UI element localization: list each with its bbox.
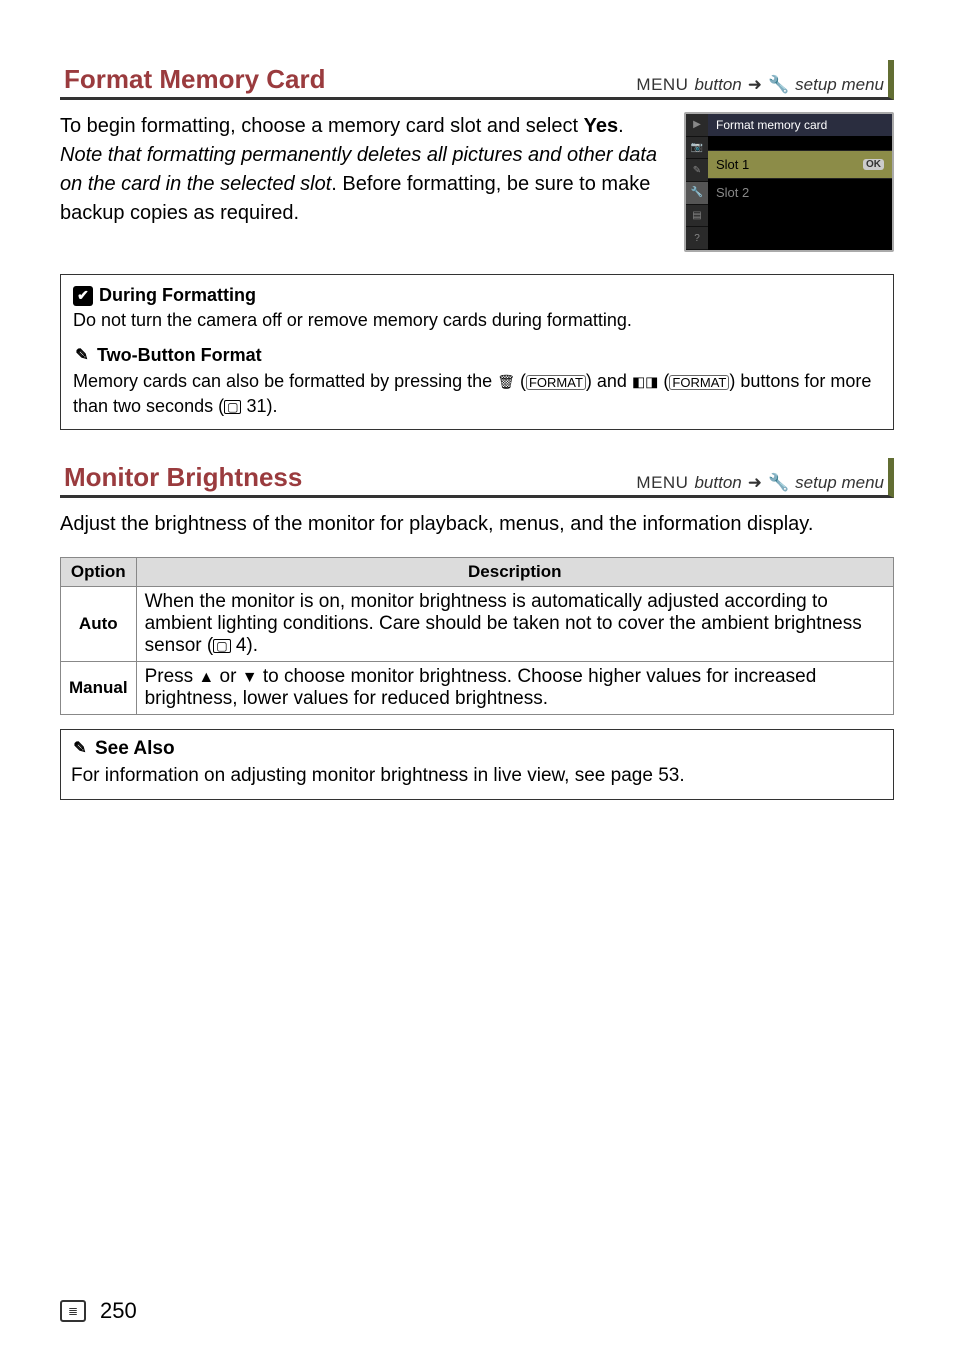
- see-also-box: ✎ See Also For information on adjusting …: [60, 729, 894, 800]
- manual-desc-2: or: [214, 666, 241, 687]
- page-ref-icon: ▢: [224, 400, 241, 414]
- setup-menu-label: setup menu: [795, 75, 884, 95]
- camera-tab-1: ▶: [686, 114, 708, 137]
- section-title-mb: Monitor Brightness: [64, 462, 302, 493]
- table-row: Manual Press ▲ or ▼ to choose monitor br…: [61, 661, 894, 714]
- see-also-title: See Also: [95, 736, 175, 763]
- format-intro-text: To begin formatting, choose a memory car…: [60, 112, 670, 228]
- auto-desc-2: ).: [246, 635, 258, 656]
- see-also-body: For information on adjusting monitor bri…: [71, 763, 883, 790]
- warning-icon: ✔: [73, 286, 93, 306]
- intro-prefix: To begin formatting, choose a memory car…: [60, 115, 584, 137]
- camera-tab-6: ?: [686, 227, 708, 250]
- camera-menu-title: Format memory card: [708, 114, 892, 136]
- camera-main: Format memory card Slot 1 OK Slot 2: [708, 114, 892, 250]
- two-button-body: Memory cards can also be formatted by pr…: [73, 369, 881, 419]
- button-word: button: [694, 75, 741, 95]
- intro-period: .: [618, 115, 624, 137]
- section-header-monitor-brightness: Monitor Brightness MENU button ➜ 🔧 setup…: [60, 458, 894, 498]
- twobtn-text-2: and: [592, 371, 632, 391]
- wrench-icon: 🔧: [768, 75, 789, 95]
- arrow-icon: ➜: [748, 75, 762, 95]
- auto-pageref: 4: [236, 635, 247, 656]
- format-label-2: FORMAT: [669, 375, 729, 390]
- manual-desc-1: Press: [145, 666, 199, 687]
- monitor-brightness-intro: Adjust the brightness of the monitor for…: [60, 510, 894, 539]
- camera-tab-4-selected: 🔧: [686, 182, 708, 205]
- button-word-mb: button: [694, 473, 741, 493]
- format-callout-box: ✔ During Formatting Do not turn the came…: [60, 274, 894, 430]
- during-formatting-head: ✔ During Formatting: [73, 283, 881, 308]
- pencil-icon-seealso: ✎: [71, 740, 89, 758]
- two-button-title: Two-Button Format: [97, 343, 262, 368]
- twobtn-pageref: 31: [246, 396, 266, 416]
- down-triangle-icon: ▼: [242, 669, 258, 686]
- twobtn-text-4: ).: [266, 396, 277, 416]
- during-formatting-title: During Formatting: [99, 283, 256, 308]
- twobtn-text-1: Memory cards can also be formatted by pr…: [73, 371, 497, 391]
- col-description: Description: [136, 557, 893, 586]
- table-row: Auto When the monitor is on, monitor bri…: [61, 586, 894, 661]
- camera-tab-5: ▤: [686, 205, 708, 228]
- option-manual-label: Manual: [61, 661, 137, 714]
- see-also-head: ✎ See Also: [71, 736, 883, 763]
- camera-tab-3: ✎: [686, 159, 708, 182]
- menu-path-mb: MENU button ➜ 🔧 setup menu: [636, 473, 884, 493]
- format-label-1: FORMAT: [526, 375, 586, 390]
- slot2-label: Slot 2: [716, 185, 749, 200]
- section-header-format-card: Format Memory Card MENU button ➜ 🔧 setup…: [60, 60, 894, 100]
- ok-badge: OK: [863, 159, 884, 170]
- two-button-head: ✎ Two-Button Format: [73, 343, 881, 368]
- footer-menu-icon: ≣: [60, 1300, 86, 1322]
- col-option: Option: [61, 557, 137, 586]
- trash-icon: 🗑: [497, 373, 515, 389]
- format-intro-row: To begin formatting, choose a memory car…: [60, 112, 894, 252]
- option-auto-desc: When the monitor is on, monitor brightne…: [136, 586, 893, 661]
- pencil-icon: ✎: [73, 347, 91, 365]
- camera-tab-2: 📷: [686, 137, 708, 160]
- page-ref-icon-auto: ▢: [213, 639, 230, 653]
- arrow-icon-mb: ➜: [748, 473, 762, 493]
- section-title: Format Memory Card: [64, 64, 326, 95]
- camera-side-tabs: ▶ 📷 ✎ 🔧 ▤ ?: [686, 114, 708, 250]
- option-auto-label: Auto: [61, 586, 137, 661]
- option-manual-desc: Press ▲ or ▼ to choose monitor brightnes…: [136, 661, 893, 714]
- menu-path: MENU button ➜ 🔧 setup menu: [636, 75, 884, 95]
- intro-yes: Yes: [584, 115, 618, 137]
- during-formatting-body: Do not turn the camera off or remove mem…: [73, 308, 881, 333]
- page-footer: ≣ 250: [60, 1298, 894, 1324]
- menu-label-mb: MENU: [636, 473, 688, 493]
- up-triangle-icon: ▲: [198, 669, 214, 686]
- slot1-label: Slot 1: [716, 157, 749, 172]
- camera-screenshot: ▶ 📷 ✎ 🔧 ▤ ? Format memory card Slot 1 OK…: [684, 112, 894, 252]
- camera-row-slot1: Slot 1 OK: [708, 150, 892, 178]
- brightness-options-table: Option Description Auto When the monitor…: [60, 557, 894, 715]
- wrench-icon-mb: 🔧: [768, 473, 789, 493]
- meter-icon: ◧◨: [632, 373, 658, 389]
- camera-row-slot2: Slot 2: [708, 178, 892, 206]
- setup-menu-label-mb: setup menu: [795, 473, 884, 493]
- menu-label: MENU: [636, 75, 688, 95]
- page-number: 250: [100, 1298, 137, 1324]
